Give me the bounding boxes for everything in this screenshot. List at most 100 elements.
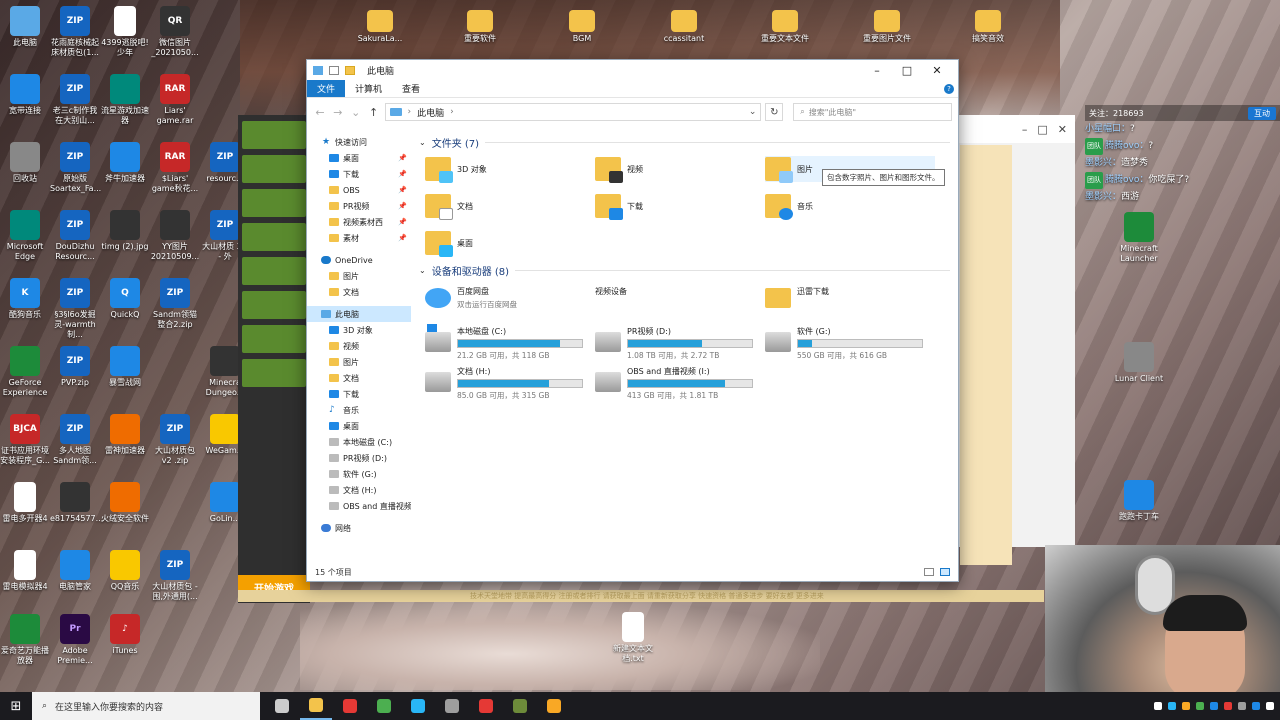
desktop-icon[interactable]: GeForce Experience <box>0 346 50 398</box>
nav-item[interactable]: 文档 (H:) <box>307 482 411 498</box>
desktop-icon[interactable]: QR 微信图片_2021050... <box>150 6 200 58</box>
pin-icon[interactable]: 📌 <box>398 202 407 210</box>
nav-item[interactable]: 视频素材西 📌 <box>307 214 411 230</box>
nav-item[interactable]: 下载 📌 <box>307 166 411 182</box>
chevron-right-icon[interactable]: › <box>408 107 412 117</box>
nav-item[interactable]: 桌面 📌 <box>307 150 411 166</box>
desktop-icon[interactable]: 4399逃脱吧! 少年 <box>100 6 150 58</box>
tray-app-icon[interactable] <box>1252 702 1260 710</box>
desktop-icon[interactable]: BJCA 证书应用环境安装程序_G... <box>0 414 50 466</box>
nav-item[interactable]: 软件 (G:) <box>307 466 411 482</box>
nav-item[interactable]: ★ 快速访问 <box>307 134 411 150</box>
tray-app-icon[interactable] <box>1182 702 1190 710</box>
drive-item[interactable]: 视频设备 <box>595 286 765 320</box>
nav-item[interactable]: 此电脑 <box>307 306 411 322</box>
desktop-icon[interactable]: SakuraLa... <box>355 6 405 44</box>
desktop-icon[interactable]: 新建文本文档.txt <box>608 612 658 664</box>
taskbar-opera-icon[interactable] <box>334 692 366 720</box>
nav-item[interactable]: OBS 📌 <box>307 182 411 198</box>
chevron-right-icon[interactable]: › <box>450 107 454 117</box>
help-icon[interactable]: ? <box>944 83 954 94</box>
folders-group-header[interactable]: ⌄ 文件夹 (7) <box>419 134 958 150</box>
nav-item[interactable]: 文档 <box>307 284 411 300</box>
chevron-down-icon[interactable]: ⌄ <box>749 107 757 117</box>
launcher-tile[interactable] <box>242 223 306 251</box>
breadcrumb-this-pc[interactable]: 此电脑 <box>417 106 444 119</box>
nav-item[interactable]: 素材 📌 <box>307 230 411 246</box>
desktop-icon[interactable]: ZIP §3§l6o发掘灵-warmth制... <box>50 278 100 340</box>
tab-view[interactable]: 查看 <box>392 80 430 97</box>
devices-group-header[interactable]: ⌄ 设备和驱动器 (8) <box>419 262 958 278</box>
launcher-tile[interactable] <box>242 121 306 149</box>
nav-item[interactable]: 本地磁盘 (C:) <box>307 434 411 450</box>
tray-app-icon[interactable] <box>1224 702 1232 710</box>
launcher-tile[interactable] <box>242 257 306 285</box>
background-window[interactable]: – □ ✕ <box>955 115 1075 565</box>
desktop-icon[interactable]: 跑跑卡丁车 <box>1114 480 1164 522</box>
taskbar-search-box[interactable]: ⌕ 在这里输入你要搜索的内容 <box>32 692 260 720</box>
desktop-icon[interactable]: ZIP PVP.zip <box>50 346 100 388</box>
desktop-icon[interactable]: Lunar Client <box>1114 342 1164 384</box>
desktop-icon[interactable]: BGM <box>557 6 607 44</box>
details-view-icon[interactable] <box>924 568 934 576</box>
nav-item[interactable]: 图片 <box>307 354 411 370</box>
desktop-icon[interactable]: ZIP 老三c制作我在大别山... <box>50 74 100 126</box>
chevron-down-icon[interactable]: ⌄ <box>419 266 426 275</box>
nav-item[interactable]: OBS and 直播视频 <box>307 498 411 514</box>
launcher-tile[interactable] <box>242 291 306 319</box>
search-input[interactable]: ⌕ 搜索"此电脑" <box>793 103 952 121</box>
taskbar-netease-music-icon[interactable] <box>470 692 502 720</box>
forward-icon[interactable]: → <box>331 106 345 119</box>
drive-item[interactable]: 迅雷下载 <box>765 286 935 320</box>
desktop-icon[interactable]: 爱奇艺万能播放器 <box>0 614 50 666</box>
taskbar-app-gray-icon[interactable] <box>436 692 468 720</box>
nav-item[interactable]: 视频 <box>307 338 411 354</box>
nav-item[interactable]: PR视频 (D:) <box>307 450 411 466</box>
desktop-icon[interactable]: Microsoft Edge <box>0 210 50 262</box>
tab-computer[interactable]: 计算机 <box>345 80 392 97</box>
file-explorer-window[interactable]: 此电脑 – □ ✕ 文件 计算机 查看 ? ← → ⌄ ↑ › 此电脑 › ⌄ … <box>306 59 959 582</box>
drive-item[interactable]: 百度网盘 双击运行百度网盘 <box>425 286 595 320</box>
tray-app-icon[interactable] <box>1238 702 1246 710</box>
desktop-icon[interactable]: timg (2).jpg <box>100 210 150 252</box>
desktop-icon[interactable]: 重要软件 <box>455 6 505 44</box>
desktop-icon[interactable]: ZIP 大山材质包 v2 .zip <box>150 414 200 466</box>
pin-icon[interactable]: 📌 <box>398 218 407 226</box>
taskbar-app-cat-icon[interactable] <box>538 692 570 720</box>
taskbar-file-explorer-icon[interactable] <box>300 692 332 720</box>
pin-icon[interactable]: 📌 <box>398 186 407 194</box>
desktop-icon[interactable]: 此电脑 <box>0 6 50 48</box>
title-bar[interactable]: 此电脑 – □ ✕ <box>307 60 958 80</box>
desktop-icon[interactable]: Minecraft Launcher <box>1114 212 1164 264</box>
desktop-icon[interactable]: ZIP 花雨庭核械起床材质包(1... <box>50 6 100 58</box>
folder-item[interactable]: 3D 对象 <box>425 156 595 183</box>
nav-item[interactable]: PR视频 📌 <box>307 198 411 214</box>
desktop-icon[interactable]: 重要图片文件 <box>862 6 912 44</box>
desktop-icon[interactable]: ZIP Sandm领猫整合2.zip <box>150 278 200 330</box>
taskbar-task-view-icon[interactable] <box>266 692 298 720</box>
folder-item[interactable]: 视频 <box>595 156 765 183</box>
desktop-icon[interactable]: ccassitant <box>659 6 709 44</box>
refresh-icon[interactable]: ↻ <box>765 103 784 121</box>
drive-item[interactable]: 本地磁盘 (C:) 21.2 GB 可用，共 118 GB <box>425 324 595 360</box>
desktop-icon[interactable]: e81754577... <box>50 482 103 524</box>
desktop-icon[interactable]: ♪ iTunes <box>100 614 150 656</box>
tiles-view-icon[interactable] <box>940 568 950 576</box>
drive-item[interactable]: PR视频 (D:) 1.08 TB 可用，共 2.72 TB <box>595 326 765 360</box>
pin-icon[interactable]: 📌 <box>398 170 407 178</box>
desktop-icon[interactable]: ZIP 大山材质包 - 围,外通用(... <box>150 550 200 602</box>
maximize-icon[interactable]: □ <box>1037 123 1047 136</box>
nav-item[interactable]: 网络 <box>307 520 411 536</box>
desktop-icon[interactable]: 流星游戏加速器 <box>100 74 150 126</box>
tab-file[interactable]: 文件 <box>307 80 346 97</box>
mic-icon[interactable] <box>1154 702 1162 710</box>
desktop-icon[interactable]: 电脑管家 <box>50 550 100 592</box>
minimize-button[interactable]: – <box>862 60 892 80</box>
windows-start-icon[interactable]: ⊞ <box>0 692 32 720</box>
tray-app-icon[interactable] <box>1210 702 1218 710</box>
folder-item[interactable]: 文档 <box>425 193 595 220</box>
desktop-icon[interactable]: 回收站 <box>0 142 50 184</box>
launcher-tile[interactable] <box>242 359 306 387</box>
nav-item[interactable]: 3D 对象 <box>307 322 411 338</box>
desktop-icon[interactable]: ZIP 多人地图 Sandm领... <box>50 414 100 466</box>
